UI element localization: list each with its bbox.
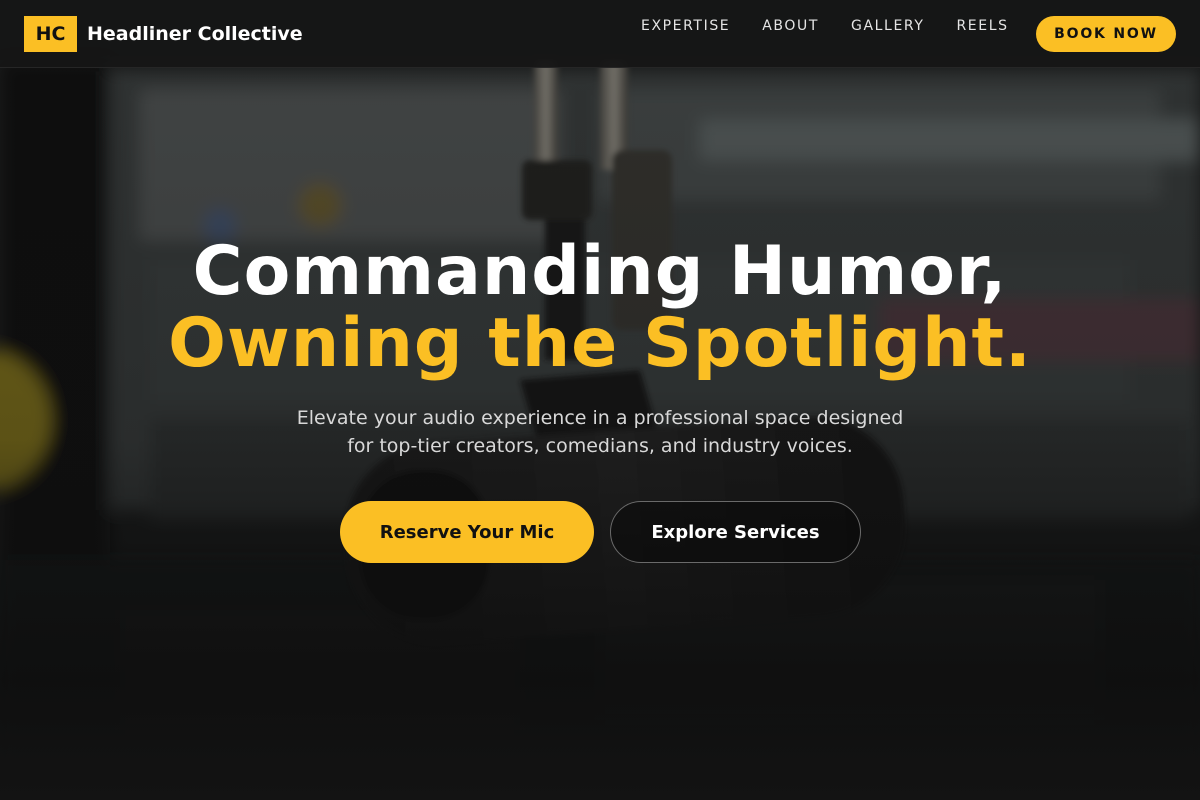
- book-now-button[interactable]: BOOK NOW: [1036, 16, 1176, 52]
- hero-title-line-2: Owning the Spotlight.: [168, 304, 1032, 383]
- explore-services-button[interactable]: Explore Services: [610, 501, 861, 563]
- hero-subtitle: Elevate your audio experience in a profe…: [250, 404, 950, 460]
- hero-section: Commanding Humor, Owning the Spotlight. …: [0, 68, 1200, 800]
- hero-subtitle-line-1: Elevate your audio experience in a profe…: [296, 407, 904, 429]
- landing-page: HC Headliner Collective EXPERTISE ABOUT …: [0, 0, 1200, 800]
- hero-title-line-1: Commanding Humor,: [192, 232, 1008, 311]
- hero-subtitle-line-2: for top-tier creators, comedians, and in…: [347, 435, 853, 457]
- nav-item-about[interactable]: ABOUT: [746, 17, 835, 35]
- brand-name: Headliner Collective: [87, 23, 303, 45]
- hero-title: Commanding Humor, Owning the Spotlight.: [0, 236, 1200, 380]
- main-nav: EXPERTISE ABOUT GALLERY REELS: [625, 17, 1025, 35]
- nav-item-gallery[interactable]: GALLERY: [835, 17, 940, 35]
- nav-item-reels[interactable]: REELS: [940, 17, 1024, 35]
- site-header: HC Headliner Collective EXPERTISE ABOUT …: [0, 0, 1200, 68]
- brand-mark: HC: [24, 16, 77, 52]
- brand-logo[interactable]: HC Headliner Collective: [24, 16, 303, 52]
- nav-item-expertise[interactable]: EXPERTISE: [625, 17, 746, 35]
- reserve-mic-button[interactable]: Reserve Your Mic: [340, 501, 594, 563]
